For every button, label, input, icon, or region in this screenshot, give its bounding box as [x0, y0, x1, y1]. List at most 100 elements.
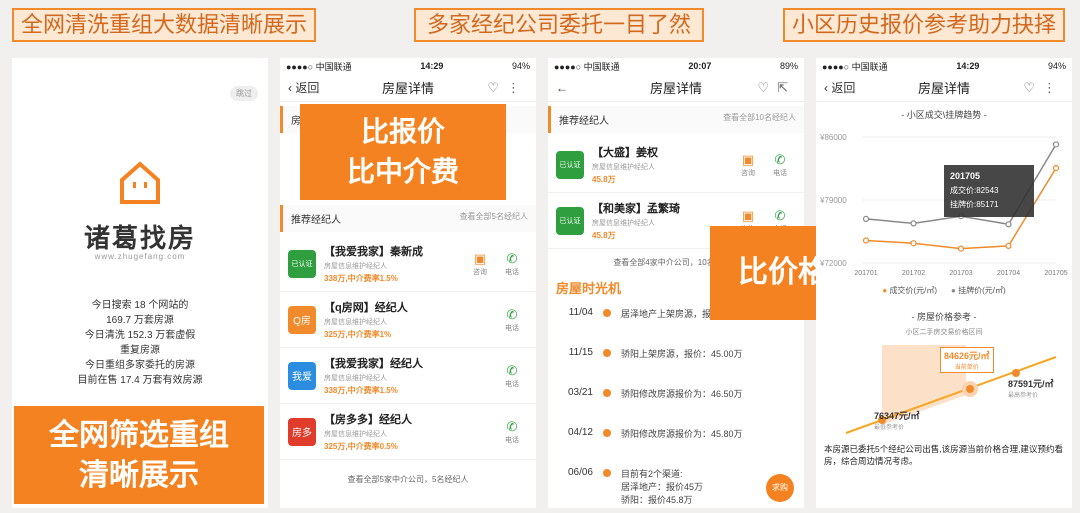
ref-subtitle: 小区二手房交易价格区间: [905, 329, 983, 336]
agent-avatar: 已认证: [556, 150, 584, 179]
agent-row[interactable]: 房多 【房多多】经纪人 房屋信息维护经纪人 325万,中介费率0.5% ✆ 电话: [280, 404, 536, 460]
back-label: 返回: [831, 81, 856, 95]
tooltip-text: 挂牌价:85171: [950, 199, 999, 209]
section-agents-label: 推荐经纪人: [559, 116, 609, 127]
agent-sub: 房屋信息维护经纪人: [592, 164, 655, 171]
all-agencies-link[interactable]: 查看全部5家中介公司，5名经纪人: [280, 460, 536, 485]
nav-bar: ‹ 返回 房屋详情 ♡⋮: [816, 74, 1072, 102]
data-point: [1052, 141, 1060, 148]
call-button[interactable]: ✆ 电话: [496, 419, 528, 445]
ref-title: - 房屋价格参考 -: [911, 312, 977, 322]
carrier-label: ●●●●○ 中国联通: [286, 61, 352, 72]
call-label: 电话: [505, 268, 519, 276]
skip-button[interactable]: 跳过: [230, 86, 258, 101]
call-label: 电话: [505, 324, 519, 332]
price-range-diagram: 84626元/㎡ 当前单价 87591元/㎡ 最高参考价 76347元/㎡ 最低…: [816, 337, 1072, 437]
overlay-line: 比报价: [360, 116, 445, 147]
section-agents: 推荐经纪人 查看全部5名经纪人: [280, 205, 536, 232]
clock-label: 20:07: [688, 61, 712, 71]
call-button[interactable]: ✆ 电话: [496, 251, 528, 277]
high-price: 87591元/㎡: [1008, 379, 1054, 389]
agent-sub: 房屋信息维护经纪人: [324, 263, 387, 270]
agent-row[interactable]: Q房 【q房网】经纪人 房屋信息维护经纪人 325万,中介费率1% ✆ 电话: [280, 292, 536, 348]
timeline-text: 骄阳修改房源报价为：46.50万: [621, 389, 743, 399]
agent-price: 338万,中介费率1.5%: [324, 386, 398, 395]
stat-line: 今日重组多家委托的房源: [85, 360, 195, 371]
stat-line: 169.7 万套房源: [106, 315, 174, 326]
agent-price: 325万,中介费率1%: [324, 330, 392, 339]
agent-sub: 房屋信息维护经纪人: [324, 431, 387, 438]
timeline-date: 03/21: [567, 387, 593, 398]
favorite-icon[interactable]: ♡⋮: [487, 80, 528, 96]
agent-row[interactable]: 我爱 【我爱我家】经纪人 房屋信息维护经纪人 338万,中介费率1.5% ✆ 电话: [280, 348, 536, 404]
agent-price: 325万,中介费率0.5%: [324, 442, 398, 451]
x-tick-label: 201704: [997, 270, 1020, 277]
more-agents-link[interactable]: 查看全部5名经纪人: [460, 211, 528, 226]
call-label: 电话: [773, 169, 787, 177]
call-button[interactable]: ✆ 电话: [496, 307, 528, 333]
data-point: [957, 245, 965, 252]
call-label: 电话: [505, 436, 519, 444]
battery-label: 94%: [511, 61, 530, 71]
phone-icon: ✆: [774, 207, 786, 223]
data-point: [1052, 165, 1060, 172]
call-button[interactable]: ✆ 电话: [764, 152, 796, 178]
agent-row[interactable]: 已认证 【我爱我家】秦新成 房屋信息维护经纪人 338万,中介费率1.5% ▣ 咨询 …: [280, 236, 536, 292]
data-point: [1005, 221, 1012, 228]
section-agents: 推荐经纪人 查看全部10名经纪人: [548, 106, 804, 133]
back-arrow-icon[interactable]: ←: [556, 81, 568, 95]
legend-item: ● 挂牌价(元/㎡): [951, 286, 1006, 295]
overlay-filter: 全网筛选重组 清晰展示: [14, 406, 264, 504]
status-bar: ●●●●○ 中国联通 14:29 94%: [280, 58, 536, 74]
more-agents-link[interactable]: 查看全部10名经纪人: [723, 112, 796, 127]
timeline-dot: [603, 429, 611, 437]
page-title: 房屋详情: [917, 81, 970, 96]
agency-logo: 我爱: [288, 361, 316, 390]
phone-icon: ✆: [506, 306, 518, 322]
status-bar: ●●●●○ 中国联通 14:29 94%: [816, 58, 1072, 74]
consult-button[interactable]: ▣ 咨询: [464, 251, 496, 277]
data-point: [1005, 242, 1012, 250]
overlay-line: 比中介费: [346, 156, 459, 187]
timeline-entry: 04/12 骄阳修改房源报价为：45.80万: [548, 427, 804, 467]
back-button[interactable]: ‹ 返回: [824, 79, 855, 96]
chart-title: - 小区成交\挂牌趋势 -: [901, 110, 987, 120]
current-price: 84626元/㎡: [944, 351, 990, 361]
x-tick-label: 201702: [902, 270, 925, 277]
stat-line: 目前在售 17.4 万套有效房源: [77, 375, 203, 386]
y-tick-label: ¥72000: [819, 259, 847, 268]
phone-icon: ✆: [774, 151, 786, 167]
agent-row[interactable]: 已认证 【大盛】姜权 房屋信息维护经纪人 45.8万 ▣ 咨询 ✆ 电话: [548, 137, 804, 193]
nav-bar: ← 房屋详情 ♡⇱: [548, 74, 804, 102]
battery-label: 94%: [1047, 61, 1066, 71]
agent-name: 【q房网】经纪人: [324, 302, 408, 314]
timeline-dot: [603, 389, 611, 397]
page-title: 房屋详情: [381, 81, 434, 96]
call-button[interactable]: ✆ 电话: [496, 363, 528, 389]
intro-stats: 今日搜索 18 个网站的 169.7 万套房源 今日清洗 152.3 万套虚假 …: [12, 298, 268, 388]
agent-avatar: 已认证: [556, 206, 584, 235]
timeline-entry: 11/15 骄阳上架房源，报价：45.00万: [548, 347, 804, 387]
agent-name: 【我爱我家】秦新成: [324, 246, 423, 258]
timeline-extra: 骄阳：报价45.8万: [621, 495, 693, 505]
trend-chart: ¥86000 ¥79000 ¥72000 201701 201702 201703 2017…: [819, 133, 1068, 277]
chat-icon: ▣: [741, 151, 755, 167]
legend-label: 成交价(元/㎡): [889, 286, 937, 295]
clock-label: 14:29: [420, 61, 444, 71]
timeline-text: 目前有2个渠道:: [621, 469, 683, 479]
nav-bar: ‹ 返回 房屋详情 ♡⋮: [280, 74, 536, 102]
current-price-label: 当前单价: [954, 365, 979, 371]
share-icon[interactable]: ♡⇱: [757, 80, 796, 96]
timeline-text: 骄阳修改房源报价为：45.80万: [621, 429, 743, 439]
buy-button[interactable]: 求购: [766, 474, 794, 502]
legend-item: ● 成交价(元/㎡): [882, 286, 937, 295]
data-point: [862, 237, 870, 244]
consult-button[interactable]: ▣ 咨询: [732, 152, 764, 178]
stat-line: 重复房源: [120, 345, 160, 356]
price-description: 本房源已委托5个经纪公司出售,该房源当前价格合理,建议预约看房，综合周边情况考虑…: [824, 444, 1063, 466]
back-button[interactable]: ‹ 返回: [288, 79, 319, 96]
tooltip-text: 成交价:82543: [950, 185, 999, 195]
timeline-text: 骄阳上架房源，报价：45.00万: [621, 349, 743, 359]
brand-name: 诸葛找房: [83, 223, 196, 253]
favorite-icon[interactable]: ♡⋮: [1023, 80, 1064, 96]
